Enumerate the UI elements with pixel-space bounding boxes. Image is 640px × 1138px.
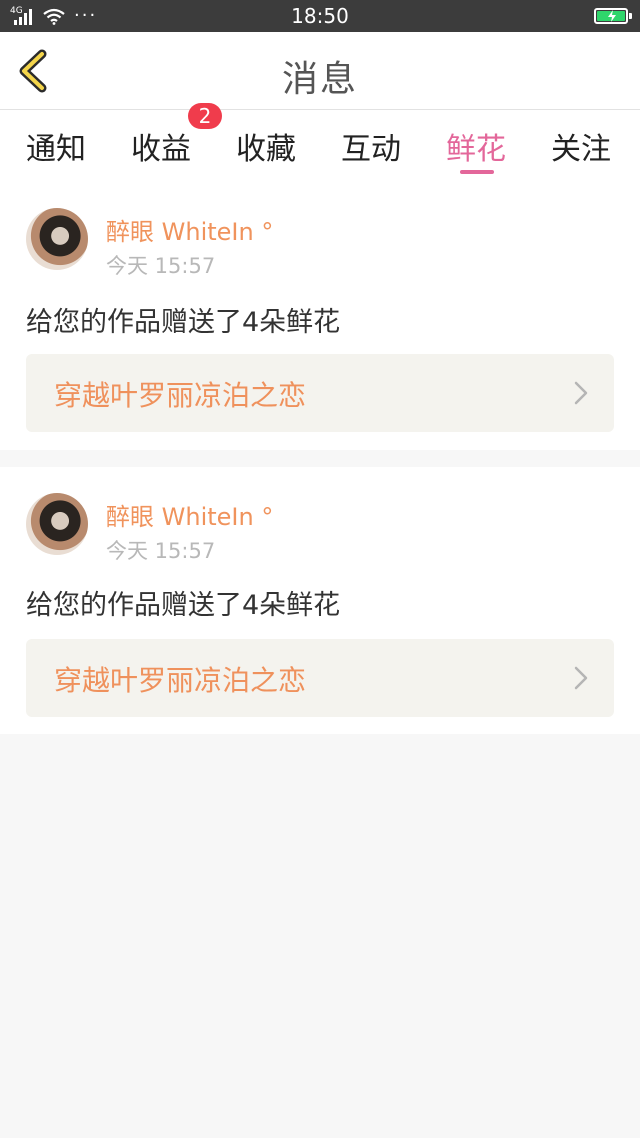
tab-notifications[interactable]: 通知 (26, 124, 86, 168)
tab-interactions[interactable]: 互动 (341, 124, 401, 168)
work-link[interactable]: 穿越叶罗丽凉泊之恋 (26, 639, 614, 717)
message-card: 醉眼 WhiteIn ° 今天 15:57 给您的作品赠送了4朵鲜花 穿越叶罗丽… (0, 186, 640, 450)
tab-follows[interactable]: 关注 (551, 124, 611, 168)
chevron-right-icon (574, 666, 588, 690)
message-description: 给您的作品赠送了4朵鲜花 (26, 590, 341, 621)
tab-bar: 通知 收益 2 收藏 互动 鲜花 关注 (0, 103, 640, 186)
active-tab-indicator (460, 170, 494, 174)
work-title: 穿越叶罗丽凉泊之恋 (54, 664, 307, 697)
nav-header: 消息 (0, 32, 640, 110)
chevron-right-icon (574, 381, 588, 405)
work-link[interactable]: 穿越叶罗丽凉泊之恋 (26, 354, 614, 432)
status-bar: 4G ··· 18:50 (0, 0, 640, 32)
avatar[interactable] (26, 208, 88, 270)
tab-flowers[interactable]: 鲜花 (446, 124, 506, 168)
user-name[interactable]: 醉眼 WhiteIn ° (106, 497, 273, 532)
work-title: 穿越叶罗丽凉泊之恋 (54, 379, 307, 412)
user-name[interactable]: 醉眼 WhiteIn ° (106, 212, 273, 247)
message-time: 今天 15:57 (106, 539, 216, 563)
message-time: 今天 15:57 (106, 254, 216, 278)
battery-icon (594, 8, 632, 24)
status-time: 18:50 (291, 4, 349, 28)
message-description: 给您的作品赠送了4朵鲜花 (26, 307, 341, 338)
tab-favorites[interactable]: 收藏 (236, 124, 296, 168)
page-title: 消息 (281, 59, 358, 100)
message-card: 醉眼 WhiteIn ° 今天 15:57 给您的作品赠送了4朵鲜花 穿越叶罗丽… (0, 467, 640, 734)
earnings-badge: 2 (188, 103, 222, 129)
tab-earnings[interactable]: 收益 (131, 124, 191, 168)
avatar[interactable] (26, 493, 88, 555)
